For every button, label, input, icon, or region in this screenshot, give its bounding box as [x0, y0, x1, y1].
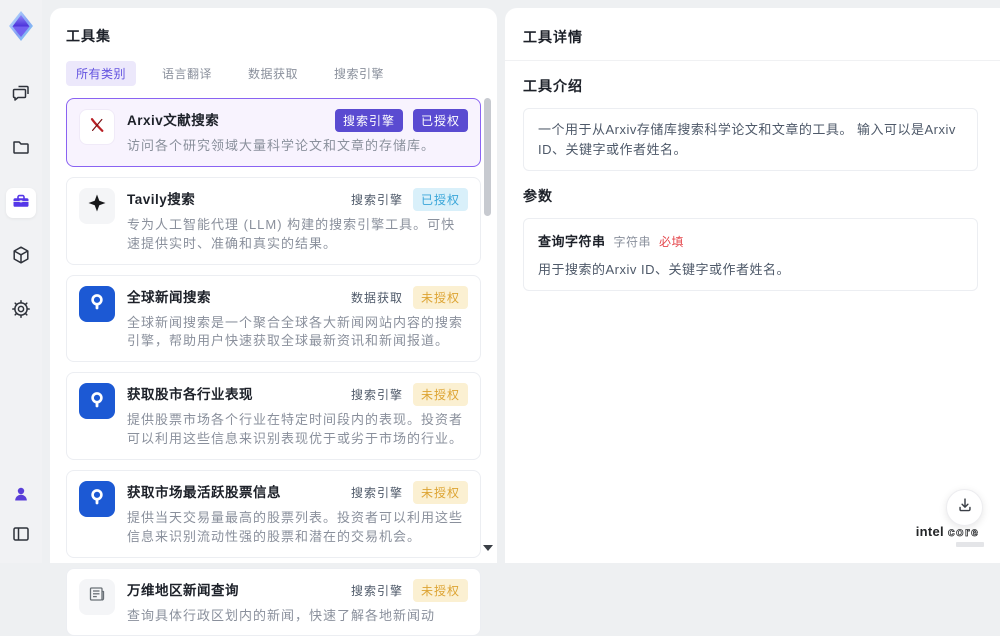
intro-heading: 工具介绍: [523, 76, 978, 96]
app-logo-icon[interactable]: [3, 8, 39, 44]
tool-card[interactable]: Tavily搜索 搜索引擎 已授权 专为人工智能代理 (LLM) 构建的搜索引擎…: [66, 177, 481, 265]
tool-category-badge: 数据获取: [351, 286, 403, 309]
param-required-flag: 必填: [659, 233, 684, 250]
tool-name: Tavily搜索: [127, 188, 195, 208]
tool-name: 万维地区新闻查询: [127, 579, 239, 599]
panel-toggle-button[interactable]: [6, 521, 36, 551]
tool-category-badge: 搜索引擎: [351, 579, 403, 602]
core-wordmark: core: [948, 525, 979, 539]
tool-auth-badge: 已授权: [413, 109, 468, 132]
tool-icon: [79, 286, 115, 322]
tool-description: 全球新闻搜索是一个聚合全球各大新闻网站内容的搜索引擎，帮助用户快速获取全球最新资…: [127, 314, 468, 352]
intro-box: 一个用于从Arxiv存储库搜索科学论文和文章的工具。 输入可以是Arxiv ID…: [523, 108, 978, 171]
tool-card[interactable]: 获取股市各行业表现 搜索引擎 未授权 提供股票市场各个行业在特定时间段内的表现。…: [66, 372, 481, 460]
sidebar-item-settings[interactable]: [6, 296, 36, 326]
tool-category-badge: 搜索引擎: [351, 383, 403, 406]
tool-description: 专为人工智能代理 (LLM) 构建的搜索引擎工具。可快速提供实时、准确和真实的结…: [127, 216, 468, 254]
param-description: 用于搜索的Arxiv ID、关键字或作者姓名。: [538, 259, 963, 278]
param-box: 查询字符串 字符串 必填 用于搜索的Arxiv ID、关键字或作者姓名。: [523, 218, 978, 291]
detail-divider: [505, 60, 1000, 61]
tool-name: 全球新闻搜索: [127, 286, 211, 306]
left-rail: [0, 0, 42, 563]
tools-panel: 工具集 所有类别 语言翻译 数据获取 搜索引擎 Arxiv文献搜索 搜索引擎: [50, 8, 497, 563]
user-profile-button[interactable]: [6, 481, 36, 511]
tool-description: 查询具体行政区划内的新闻，快速了解各地新闻动: [127, 607, 468, 626]
tab-all-categories[interactable]: 所有类别: [66, 61, 136, 86]
tool-icon: [79, 109, 115, 145]
tool-auth-badge: 已授权: [413, 188, 468, 211]
sidebar-item-packages[interactable]: [6, 242, 36, 272]
category-tabs: 所有类别 语言翻译 数据获取 搜索引擎: [66, 61, 481, 86]
tool-icon: [79, 188, 115, 224]
user-avatar-icon: [11, 484, 31, 509]
download-icon: [956, 496, 974, 519]
tool-name: 获取股市各行业表现: [127, 383, 253, 403]
arxiv-icon: [87, 115, 107, 140]
news-search-icon: [87, 291, 107, 316]
tool-category-badge: 搜索引擎: [335, 109, 403, 132]
rail-nav: [6, 80, 36, 326]
scroll-down-icon[interactable]: [483, 545, 493, 551]
tool-icon: [79, 481, 115, 517]
tool-auth-badge: 未授权: [413, 579, 468, 602]
tool-name: 获取市场最活跃股票信息: [127, 481, 281, 501]
tool-card[interactable]: 获取市场最活跃股票信息 搜索引擎 未授权 提供当天交易量最高的股票列表。投资者可…: [66, 470, 481, 558]
intel-wordmark: intel: [916, 524, 944, 539]
tool-auth-badge: 未授权: [413, 481, 468, 504]
intel-core-submark: [956, 542, 984, 547]
param-type: 字符串: [614, 233, 652, 250]
tool-detail-panel: 工具详情 工具介绍 一个用于从Arxiv存储库搜索科学论文和文章的工具。 输入可…: [505, 8, 1000, 563]
tool-category-badge: 搜索引擎: [351, 481, 403, 504]
params-heading: 参数: [523, 186, 978, 206]
tool-card[interactable]: Arxiv文献搜索 搜索引擎 已授权 访问各个研究领域大量科学论文和文章的存储库…: [66, 98, 481, 167]
tool-card[interactable]: 全球新闻搜索 数据获取 未授权 全球新闻搜索是一个聚合全球各大新闻网站内容的搜索…: [66, 275, 481, 363]
toolbox-icon: [11, 191, 31, 216]
detail-panel-title: 工具详情: [523, 27, 978, 47]
download-button[interactable]: [946, 489, 983, 526]
list-scrollbar[interactable]: [484, 92, 491, 559]
tool-name: Arxiv文献搜索: [127, 109, 219, 129]
tool-category-badge: 搜索引擎: [351, 188, 403, 211]
tool-auth-badge: 未授权: [413, 383, 468, 406]
sidebar-item-chat[interactable]: [6, 80, 36, 110]
news-search-icon: [87, 389, 107, 414]
cube-icon: [11, 245, 31, 270]
tool-list: Arxiv文献搜索 搜索引擎 已授权 访问各个研究领域大量科学论文和文章的存储库…: [66, 98, 481, 636]
scrollbar-thumb[interactable]: [484, 98, 491, 216]
tools-panel-title: 工具集: [66, 26, 481, 46]
news-search-icon: [87, 486, 107, 511]
tool-card[interactable]: 万维地区新闻查询 搜索引擎 未授权 查询具体行政区划内的新闻，快速了解各地新闻动: [66, 568, 481, 636]
sidebar-item-files[interactable]: [6, 134, 36, 164]
param-name: 查询字符串: [538, 231, 606, 250]
tool-icon: [79, 383, 115, 419]
sidebar-item-tools[interactable]: [6, 188, 36, 218]
newspaper-icon: [87, 584, 107, 609]
tab-data-fetch[interactable]: 数据获取: [238, 61, 308, 86]
panel-toggle-icon: [11, 524, 31, 549]
folder-icon: [11, 137, 31, 162]
intel-core-logo: intel core: [905, 524, 990, 547]
chat-icon: [11, 83, 31, 108]
tab-language-translation[interactable]: 语言翻译: [152, 61, 222, 86]
tool-description: 提供股票市场各个行业在特定时间段内的表现。投资者可以利用这些信息来识别表现优于或…: [127, 411, 468, 449]
tool-auth-badge: 未授权: [413, 286, 468, 309]
tool-description: 提供当天交易量最高的股票列表。投资者可以利用这些信息来识别流动性强的股票和潜在的…: [127, 509, 468, 547]
tavily-star-icon: [87, 193, 107, 218]
tab-search-engine[interactable]: 搜索引擎: [324, 61, 394, 86]
gear-icon: [11, 299, 31, 324]
tool-icon: [79, 579, 115, 615]
rail-bottom: [6, 481, 36, 551]
tool-description: 访问各个研究领域大量科学论文和文章的存储库。: [127, 137, 468, 156]
